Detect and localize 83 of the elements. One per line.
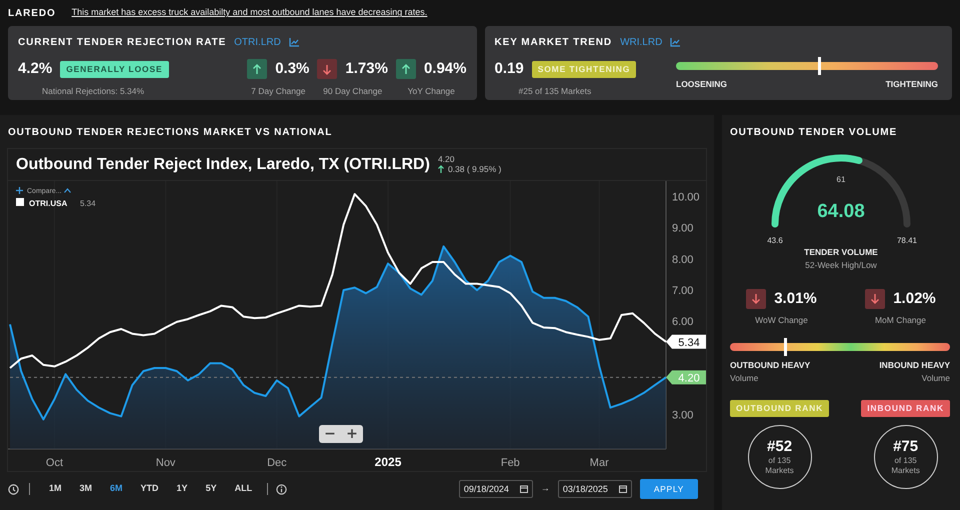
axis-label: 2025	[374, 455, 402, 469]
ticker-link[interactable]: WRI.LRD	[620, 35, 662, 50]
rank-badge: INBOUND RANK	[861, 400, 950, 417]
status-badge: SOME TIGHTENING	[532, 60, 636, 78]
axis-label: 8.00	[672, 254, 694, 266]
range-tab[interactable]: ALL	[226, 480, 262, 498]
axis-label: 3.00	[672, 410, 694, 422]
gauge-min: 43.6	[767, 236, 783, 245]
chart-title: Outbound Tender Reject Index, Laredo, TX (OTRI.LRD)	[16, 154, 430, 174]
status-badge: GENERALLY LOOSE	[60, 60, 169, 78]
balance-label: OUTBOUND HEAVY	[730, 358, 810, 372]
change-label: WoW Change	[755, 314, 808, 327]
range-tab[interactable]: 3M	[70, 480, 102, 498]
axis-label: 6.00	[672, 316, 694, 328]
up-arrow-icon	[438, 165, 444, 174]
caret-icon[interactable]	[64, 189, 70, 192]
calendar-icon[interactable]	[520, 485, 528, 493]
change-value: 1.73%	[345, 59, 388, 79]
balance-label: INBOUND HEAVY	[879, 358, 950, 372]
balance-sublabel: Volume	[730, 372, 760, 384]
market-rank: #25 of 135 Markets	[518, 84, 592, 98]
panel-title: OUTBOUND TENDER VOLUME	[729, 126, 898, 140]
scale-label: TIGHTENING	[886, 78, 938, 91]
calendar-icon[interactable]	[618, 485, 627, 493]
line-chart-icon[interactable]	[288, 38, 299, 47]
range-tab[interactable]: YTD	[132, 480, 168, 498]
rate-value: 4.2%	[18, 59, 52, 79]
change-value: 1.02%	[893, 288, 936, 308]
change-value: 0.38 ( 9.95% )	[448, 164, 502, 174]
trend-value: 0.19	[494, 59, 524, 79]
rank-value: #52	[767, 439, 792, 454]
market-summary[interactable]: This market has excess truck availabilty and most outbound lanes have decreasing rates.	[72, 6, 428, 20]
range-tab[interactable]: 6M	[101, 480, 132, 498]
clock-icon[interactable]	[8, 484, 19, 494]
axis-label: Oct	[46, 457, 64, 469]
change-label: MoM Change	[874, 314, 926, 327]
gauge-label: TENDER VOLUME	[804, 246, 878, 259]
axis-label: Mar	[590, 457, 609, 469]
scale-label: LOOSENING	[676, 78, 728, 91]
axis-label: 7.00	[672, 285, 694, 298]
zoom-out-button[interactable]: −	[319, 425, 341, 443]
card-title: KEY MARKET TREND	[494, 36, 612, 50]
gauge-value: 64.08	[817, 201, 865, 222]
panel-title: OUTBOUND TENDER REJECTIONS MARKET VS NATIONAL	[7, 126, 334, 140]
axis-label: Nov	[156, 457, 176, 469]
change-value: 0.94%	[424, 59, 466, 79]
range-tab[interactable]: 5Y	[196, 480, 226, 498]
rank-total: of 135 Markets	[764, 456, 795, 475]
balance-sublabel: Volume	[922, 372, 950, 384]
legend-label: OTRI.USA	[29, 199, 68, 208]
plus-icon[interactable]	[16, 187, 23, 194]
rank-total: of 135 Markets	[890, 456, 921, 475]
card-title: CURRENT TENDER REJECTION RATE	[18, 36, 226, 50]
ticker-link[interactable]: OTRI.LRD	[234, 35, 281, 50]
legend-value: 5.34	[80, 199, 96, 208]
market-name: LAREDO	[8, 6, 56, 20]
change-label: 7 Day Change	[251, 84, 306, 98]
range-tab[interactable]: 1Y	[168, 480, 197, 498]
legend-swatch-icon	[16, 198, 24, 206]
axis-label: 10.00	[672, 192, 700, 204]
axis-label: 9.00	[672, 222, 694, 235]
axis-label: Dec	[267, 457, 287, 469]
info-icon[interactable]	[276, 484, 288, 494]
last-value: 4.20	[438, 155, 456, 164]
gauge-max: 78.41	[896, 236, 918, 245]
change-value: 0.3%	[275, 59, 310, 79]
range-tab[interactable]: 1M	[40, 480, 71, 498]
zoom-in-button[interactable]: +	[341, 425, 363, 443]
change-label: 90 Day Change	[323, 84, 382, 98]
gauge-sublabel: 52-Week High/Low	[805, 258, 877, 272]
change-label: YoY Change	[408, 84, 455, 98]
date-field[interactable]: 09/18/2024	[458, 480, 533, 498]
line-chart-icon[interactable]	[670, 38, 680, 47]
axis-label: Feb	[500, 457, 520, 469]
rank-badge: OUTBOUND RANK	[730, 400, 830, 417]
date-separator: →	[540, 482, 550, 496]
value-tag: 5.34	[666, 334, 706, 349]
change-value: 3.01%	[774, 288, 817, 308]
date-field[interactable]: 03/18/2025	[558, 480, 632, 498]
value-tag: 4.20	[666, 370, 706, 384]
gauge-marker-value: 61	[836, 175, 846, 184]
rank-value: #75	[893, 439, 918, 454]
national-rejections: National Rejections: 5.34%	[42, 84, 146, 98]
